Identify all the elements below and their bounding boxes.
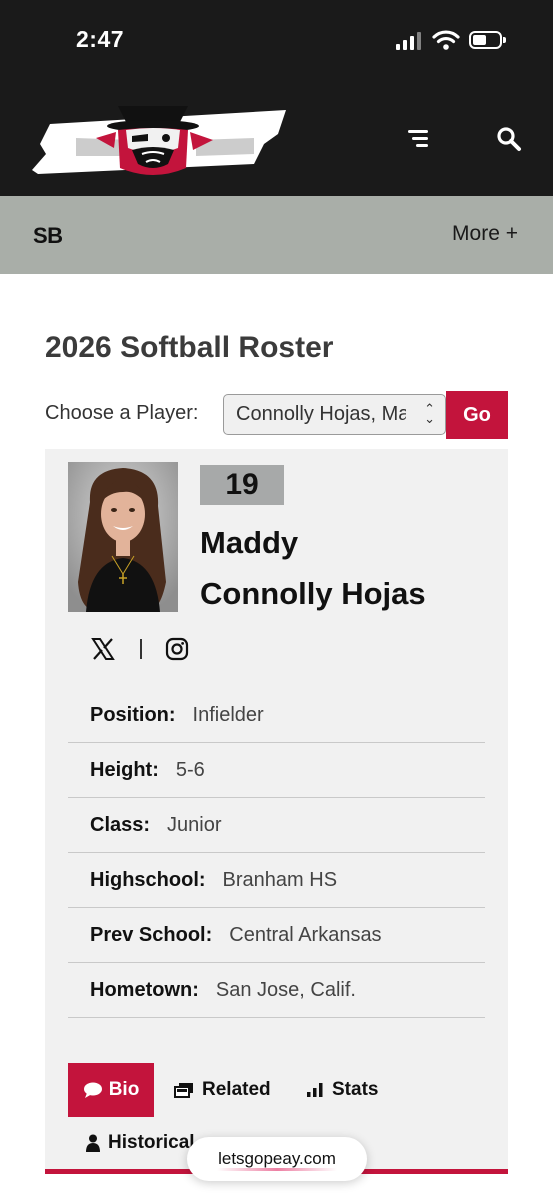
fact-label: Height: xyxy=(90,758,159,781)
wifi-icon xyxy=(432,30,460,50)
tab-bio[interactable]: Bio xyxy=(68,1063,154,1117)
tab-label: Related xyxy=(202,1079,271,1100)
fact-label: Position: xyxy=(90,703,176,726)
jersey-number: 19 xyxy=(200,465,284,505)
cellular-signal-icon xyxy=(396,32,424,50)
status-time: 2:47 xyxy=(76,26,125,52)
more-menu-button[interactable]: More + xyxy=(452,222,518,246)
fact-value: 5-6 xyxy=(175,758,205,781)
fact-value: San Jose, Calif. xyxy=(215,978,356,1001)
tab-historical[interactable]: Historical xyxy=(86,1132,195,1154)
fact-row-height: Height: 5-6 xyxy=(68,743,485,798)
status-bar: 2:47 xyxy=(0,0,553,80)
fact-value: Central Arkansas xyxy=(229,923,382,946)
bar-chart-icon xyxy=(307,1083,323,1097)
sport-subnav: SB More + xyxy=(0,196,553,274)
fact-value: Branham HS xyxy=(222,868,338,891)
tab-related[interactable]: Related xyxy=(174,1079,271,1101)
battery-icon xyxy=(469,31,506,49)
go-button[interactable]: Go xyxy=(446,391,508,439)
fact-row-hometown: Hometown: San Jose, Calif. xyxy=(68,963,485,1018)
team-logo[interactable] xyxy=(28,104,288,180)
sport-label[interactable]: SB xyxy=(33,223,63,249)
fact-row-highschool: Highschool: Branham HS xyxy=(68,853,485,908)
fact-row-position: Position: Infielder xyxy=(68,688,485,743)
speech-bubble-icon xyxy=(83,1082,102,1098)
url-text: letsgopeay.com xyxy=(218,1149,336,1168)
player-last-name: Connolly Hojas xyxy=(200,576,426,611)
tab-label: Stats xyxy=(332,1079,379,1100)
player-select-value: Connolly Hojas, Maddy xyxy=(236,403,406,425)
tab-label: Bio xyxy=(108,1079,140,1100)
search-icon[interactable] xyxy=(496,126,522,152)
fact-label: Class: xyxy=(90,813,151,836)
fact-row-class: Class: Junior xyxy=(68,798,485,853)
select-chevron-icon: ⌃ ⌄ xyxy=(424,401,435,426)
player-headshot xyxy=(68,462,178,612)
player-facts: Position: Infielder Height: 5-6 Class: J… xyxy=(68,688,485,1018)
tab-label: Historical xyxy=(108,1132,195,1153)
fact-label: Highschool: xyxy=(90,868,206,891)
fact-label: Hometown: xyxy=(90,978,199,1001)
menu-icon[interactable] xyxy=(408,127,432,151)
social-divider xyxy=(140,639,142,659)
stacked-cards-icon xyxy=(174,1083,193,1098)
tab-stats[interactable]: Stats xyxy=(306,1079,378,1101)
browser-url-bar[interactable]: letsgopeay.com xyxy=(187,1137,367,1181)
fact-label: Prev School: xyxy=(90,923,213,946)
person-icon xyxy=(86,1134,100,1152)
x-twitter-icon[interactable] xyxy=(90,636,116,662)
player-first-name: Maddy xyxy=(200,525,299,560)
site-header xyxy=(0,80,553,196)
fact-value: Infielder xyxy=(192,703,264,726)
page-title: 2026 Softball Roster xyxy=(45,331,334,364)
url-glow xyxy=(217,1168,337,1171)
fact-row-prev-school: Prev School: Central Arkansas xyxy=(68,908,485,963)
choose-player-label: Choose a Player: xyxy=(45,402,199,424)
player-select[interactable]: Connolly Hojas, Maddy ⌃⌄ xyxy=(223,394,446,435)
instagram-icon[interactable] xyxy=(165,637,189,661)
fact-value: Junior xyxy=(167,813,222,836)
